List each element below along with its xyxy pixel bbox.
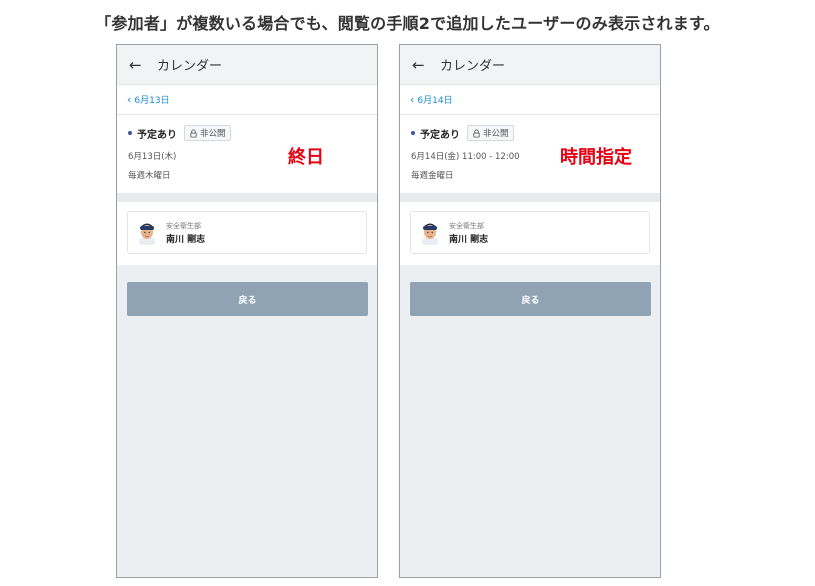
participant-card[interactable]: 安全衛生部 南川 剛志 <box>410 211 650 254</box>
event-details: 予定あり 非公開 6月14日(金) 11:00 - 12:00 毎週金曜日 時間… <box>400 115 660 193</box>
participant-department: 安全衛生部 <box>166 221 201 230</box>
page-caption: 「参加者」が複数いる場合でも、閲覧の手順2で追加したユーザーのみ表示されます。 <box>95 14 720 33</box>
section-divider <box>400 193 660 202</box>
event-title: 予定あり <box>420 129 460 141</box>
lock-icon <box>473 129 480 138</box>
event-repeat: 毎週木曜日 <box>128 171 171 181</box>
visibility-label: 非公開 <box>200 129 226 139</box>
chevron-left-icon: ‹ <box>127 93 132 106</box>
annotation-label: 終日 <box>288 147 324 168</box>
header-title: カレンダー <box>157 59 223 74</box>
avatar <box>139 223 155 245</box>
event-details: 予定あり 非公開 6月13日(木) 毎週木曜日 終日 <box>117 115 377 193</box>
participant-card[interactable]: 安全衛生部 南川 剛志 <box>127 211 367 254</box>
section-divider <box>117 193 377 202</box>
participant-name: 南川 剛志 <box>449 234 489 245</box>
event-repeat: 毎週金曜日 <box>411 171 454 181</box>
date-label: 6月14日 <box>417 96 453 106</box>
annotation-label: 時間指定 <box>560 147 632 168</box>
participant-section: 安全衛生部 南川 剛志 <box>400 202 660 265</box>
date-back-link[interactable]: ‹ 6月13日 <box>117 85 377 115</box>
chevron-left-icon: ‹ <box>410 93 415 106</box>
header-title: カレンダー <box>440 59 506 74</box>
bullet-icon <box>411 131 415 135</box>
lock-icon <box>190 129 197 138</box>
avatar <box>422 223 438 245</box>
private-badge: 非公開 <box>467 125 514 141</box>
participant-department: 安全衛生部 <box>449 221 484 230</box>
private-badge: 非公開 <box>184 125 231 141</box>
phone-screen-timed: ← カレンダー ‹ 6月14日 予定あり 非公開 6月14日(金) 11:00 … <box>399 44 661 578</box>
back-button[interactable]: 戻る <box>410 282 651 316</box>
event-title: 予定あり <box>137 129 177 141</box>
app-header: ← カレンダー <box>400 45 660 85</box>
arrow-left-icon[interactable]: ← <box>412 56 430 74</box>
app-header: ← カレンダー <box>117 45 377 85</box>
back-button[interactable]: 戻る <box>127 282 368 316</box>
visibility-label: 非公開 <box>483 129 509 139</box>
date-back-link[interactable]: ‹ 6月14日 <box>400 85 660 115</box>
event-date: 6月13日(木) <box>128 152 177 162</box>
bullet-icon <box>128 131 132 135</box>
participant-section: 安全衛生部 南川 剛志 <box>117 202 377 265</box>
phone-screen-all-day: ← カレンダー ‹ 6月13日 予定あり 非公開 6月13日(木) 毎週木曜日 … <box>116 44 378 578</box>
participant-name: 南川 剛志 <box>166 234 206 245</box>
date-label: 6月13日 <box>134 96 170 106</box>
arrow-left-icon[interactable]: ← <box>129 56 147 74</box>
